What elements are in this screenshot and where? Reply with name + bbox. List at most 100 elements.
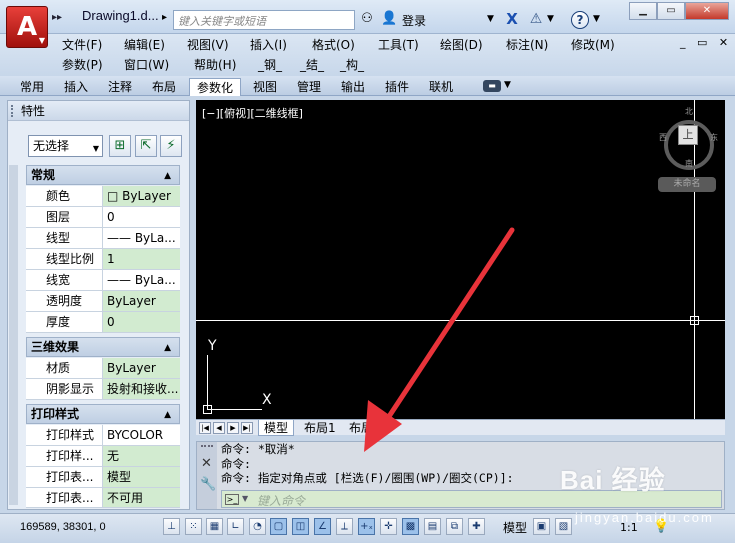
command-grip-icon[interactable] <box>201 445 213 451</box>
selection-dropdown[interactable]: 无选择 ▼ <box>28 135 103 157</box>
login-button[interactable]: 登录 <box>402 12 426 29</box>
tab-annotate[interactable]: 注释 <box>101 78 139 96</box>
property-row[interactable]: 打印表... 不可用 <box>26 488 180 508</box>
palette-scrollbar[interactable] <box>9 165 18 505</box>
tab-plugins[interactable]: 插件 <box>378 78 416 96</box>
chevron-down-icon[interactable]: ▼ <box>593 14 600 24</box>
binoculars-icon[interactable]: ⚇ <box>358 11 376 27</box>
quick-properties-icon[interactable]: ▤ <box>424 518 441 535</box>
quick-view-layouts-icon[interactable]: ▣ <box>533 518 550 535</box>
tab-parametric[interactable]: 参数化 <box>189 78 242 96</box>
snap-mode-icon[interactable]: ⁙ <box>185 518 202 535</box>
property-value[interactable]: 无 <box>103 446 180 466</box>
next-tab-icon[interactable]: ▶ <box>227 422 239 434</box>
exchange-x-icon[interactable]: X <box>503 10 521 28</box>
tab-online[interactable]: 联机 <box>422 78 460 96</box>
property-row[interactable]: 线宽 —— ByLa... <box>26 270 180 291</box>
menu-help[interactable]: 帮助(H) <box>194 56 236 73</box>
property-row[interactable]: 颜色 □ ByLayer <box>26 186 180 207</box>
chevron-down-icon[interactable]: ▼ <box>242 494 248 503</box>
property-row[interactable]: 线型 —— ByLa... <box>26 228 180 249</box>
property-row[interactable]: 线型比例 1 <box>26 249 180 270</box>
property-value[interactable]: 0 <box>103 207 180 227</box>
toggle-pickadd-icon[interactable]: ⊞ <box>109 135 131 157</box>
property-value[interactable]: BYCOLOR <box>103 425 180 445</box>
drawing-canvas[interactable] <box>196 100 725 419</box>
menu-edit[interactable]: 编辑(E) <box>124 36 165 53</box>
lineweight-icon[interactable]: ✛ <box>380 518 397 535</box>
tab-layout1[interactable]: 布局1 <box>299 420 341 436</box>
property-row[interactable]: 打印表... 模型 <box>26 467 180 488</box>
3d-object-snap-icon[interactable]: ◫ <box>292 518 309 535</box>
maximize-button[interactable]: ▭ <box>657 2 685 20</box>
menu-tools[interactable]: 工具(T) <box>378 36 419 53</box>
property-value[interactable]: ByLayer <box>103 291 180 311</box>
close-button[interactable]: ✕ <box>685 2 729 20</box>
section-3d-effects[interactable]: 三维效果 ▲ <box>26 337 180 357</box>
title-overflow-icon[interactable]: ▸ <box>162 12 167 23</box>
a360-icon[interactable]: ⚠ <box>527 10 545 28</box>
section-plot-style[interactable]: 打印样式 ▲ <box>26 404 180 424</box>
ribbon-minimize-icon[interactable]: ▬ <box>483 80 501 92</box>
menu-draw[interactable]: 绘图(D) <box>440 36 483 53</box>
quick-access-expand-icon[interactable]: ▸▸ <box>52 12 62 23</box>
tab-view[interactable]: 视图 <box>246 78 284 96</box>
section-general[interactable]: 常规 ▲ <box>26 165 180 185</box>
object-snap-tracking-icon[interactable]: ∠ <box>314 518 331 535</box>
annotation-monitor-icon[interactable]: ✚ <box>468 518 485 535</box>
grid-display-icon[interactable]: ▦ <box>206 518 223 535</box>
menu-format[interactable]: 格式(O) <box>312 36 355 53</box>
property-value[interactable]: —— ByLa... <box>103 228 180 248</box>
dynamic-input-icon[interactable]: +ₓ <box>358 518 375 535</box>
property-value[interactable]: ByLayer <box>103 358 180 378</box>
property-row[interactable]: 图层 0 <box>26 207 180 228</box>
property-value[interactable]: —— ByLa... <box>103 270 180 290</box>
property-row[interactable]: 厚度 0 <box>26 312 180 333</box>
property-value[interactable]: 模型 <box>103 467 180 487</box>
prev-tab-icon[interactable]: ◀ <box>213 422 225 434</box>
command-prompt-icon[interactable]: >_ <box>225 494 239 505</box>
object-snap-icon[interactable]: ▢ <box>270 518 287 535</box>
selection-cycling-icon[interactable]: ⧉ <box>446 518 463 535</box>
customize-wrench-icon[interactable]: 🔧 <box>200 477 216 492</box>
palette-grip-icon[interactable] <box>11 105 14 117</box>
menu-parametric[interactable]: 参数(P) <box>62 56 103 73</box>
minimize-button[interactable]: ▁ <box>629 2 657 20</box>
quick-view-drawings-icon[interactable]: ▧ <box>555 518 572 535</box>
quick-select-icon[interactable]: ⚡ <box>160 135 182 157</box>
dynamic-ucs-icon[interactable]: ⟂ <box>336 518 353 535</box>
search-input[interactable]: 键入关键字或短语 <box>173 10 355 30</box>
document-window-controls[interactable]: _ ▭ ✕ <box>680 36 732 49</box>
menu-window[interactable]: 窗口(W) <box>124 56 169 73</box>
property-row[interactable]: 打印样... 无 <box>26 446 180 467</box>
chevron-down-icon[interactable]: ▼ <box>504 80 511 90</box>
property-row[interactable]: 材质 ByLayer <box>26 358 180 379</box>
menu-insert[interactable]: 插入(I) <box>250 36 287 53</box>
tab-home[interactable]: 常用 <box>13 78 51 96</box>
tab-manage[interactable]: 管理 <box>290 78 328 96</box>
viewport-controls[interactable]: [−][俯视][二维线框] <box>202 105 303 121</box>
viewcube-top[interactable]: 上 <box>678 125 698 145</box>
infer-constraints-icon[interactable]: ⊥ <box>163 518 180 535</box>
last-tab-icon[interactable]: ▶| <box>241 422 253 434</box>
close-icon[interactable]: ✕ <box>201 456 212 471</box>
tab-layout2[interactable]: 布局2 <box>344 420 378 436</box>
menu-dimension[interactable]: 标注(N) <box>506 36 548 53</box>
chevron-down-icon[interactable]: ▼ <box>547 14 554 24</box>
tab-layout[interactable]: 布局 <box>145 78 183 96</box>
menu-view[interactable]: 视图(V) <box>187 36 229 53</box>
polar-tracking-icon[interactable]: ◔ <box>249 518 266 535</box>
select-objects-icon[interactable]: ⇱ <box>135 135 157 157</box>
chevron-down-icon[interactable]: ▼ <box>487 14 494 24</box>
first-tab-icon[interactable]: |◀ <box>199 422 211 434</box>
property-value[interactable]: 1 <box>103 249 180 269</box>
property-value[interactable]: 投射和接收... <box>103 379 180 399</box>
property-row[interactable]: 阴影显示 投射和接收... <box>26 379 180 400</box>
application-menu-button[interactable]: A ▼ <box>6 6 48 48</box>
menu-file[interactable]: 文件(F) <box>62 36 102 53</box>
property-value[interactable]: 0 <box>103 312 180 332</box>
property-value[interactable]: □ ByLayer <box>103 186 180 206</box>
help-icon[interactable]: ? <box>571 11 589 29</box>
menu-structure[interactable]: _结_ <box>300 56 324 73</box>
menu-construct[interactable]: _构_ <box>340 56 364 73</box>
